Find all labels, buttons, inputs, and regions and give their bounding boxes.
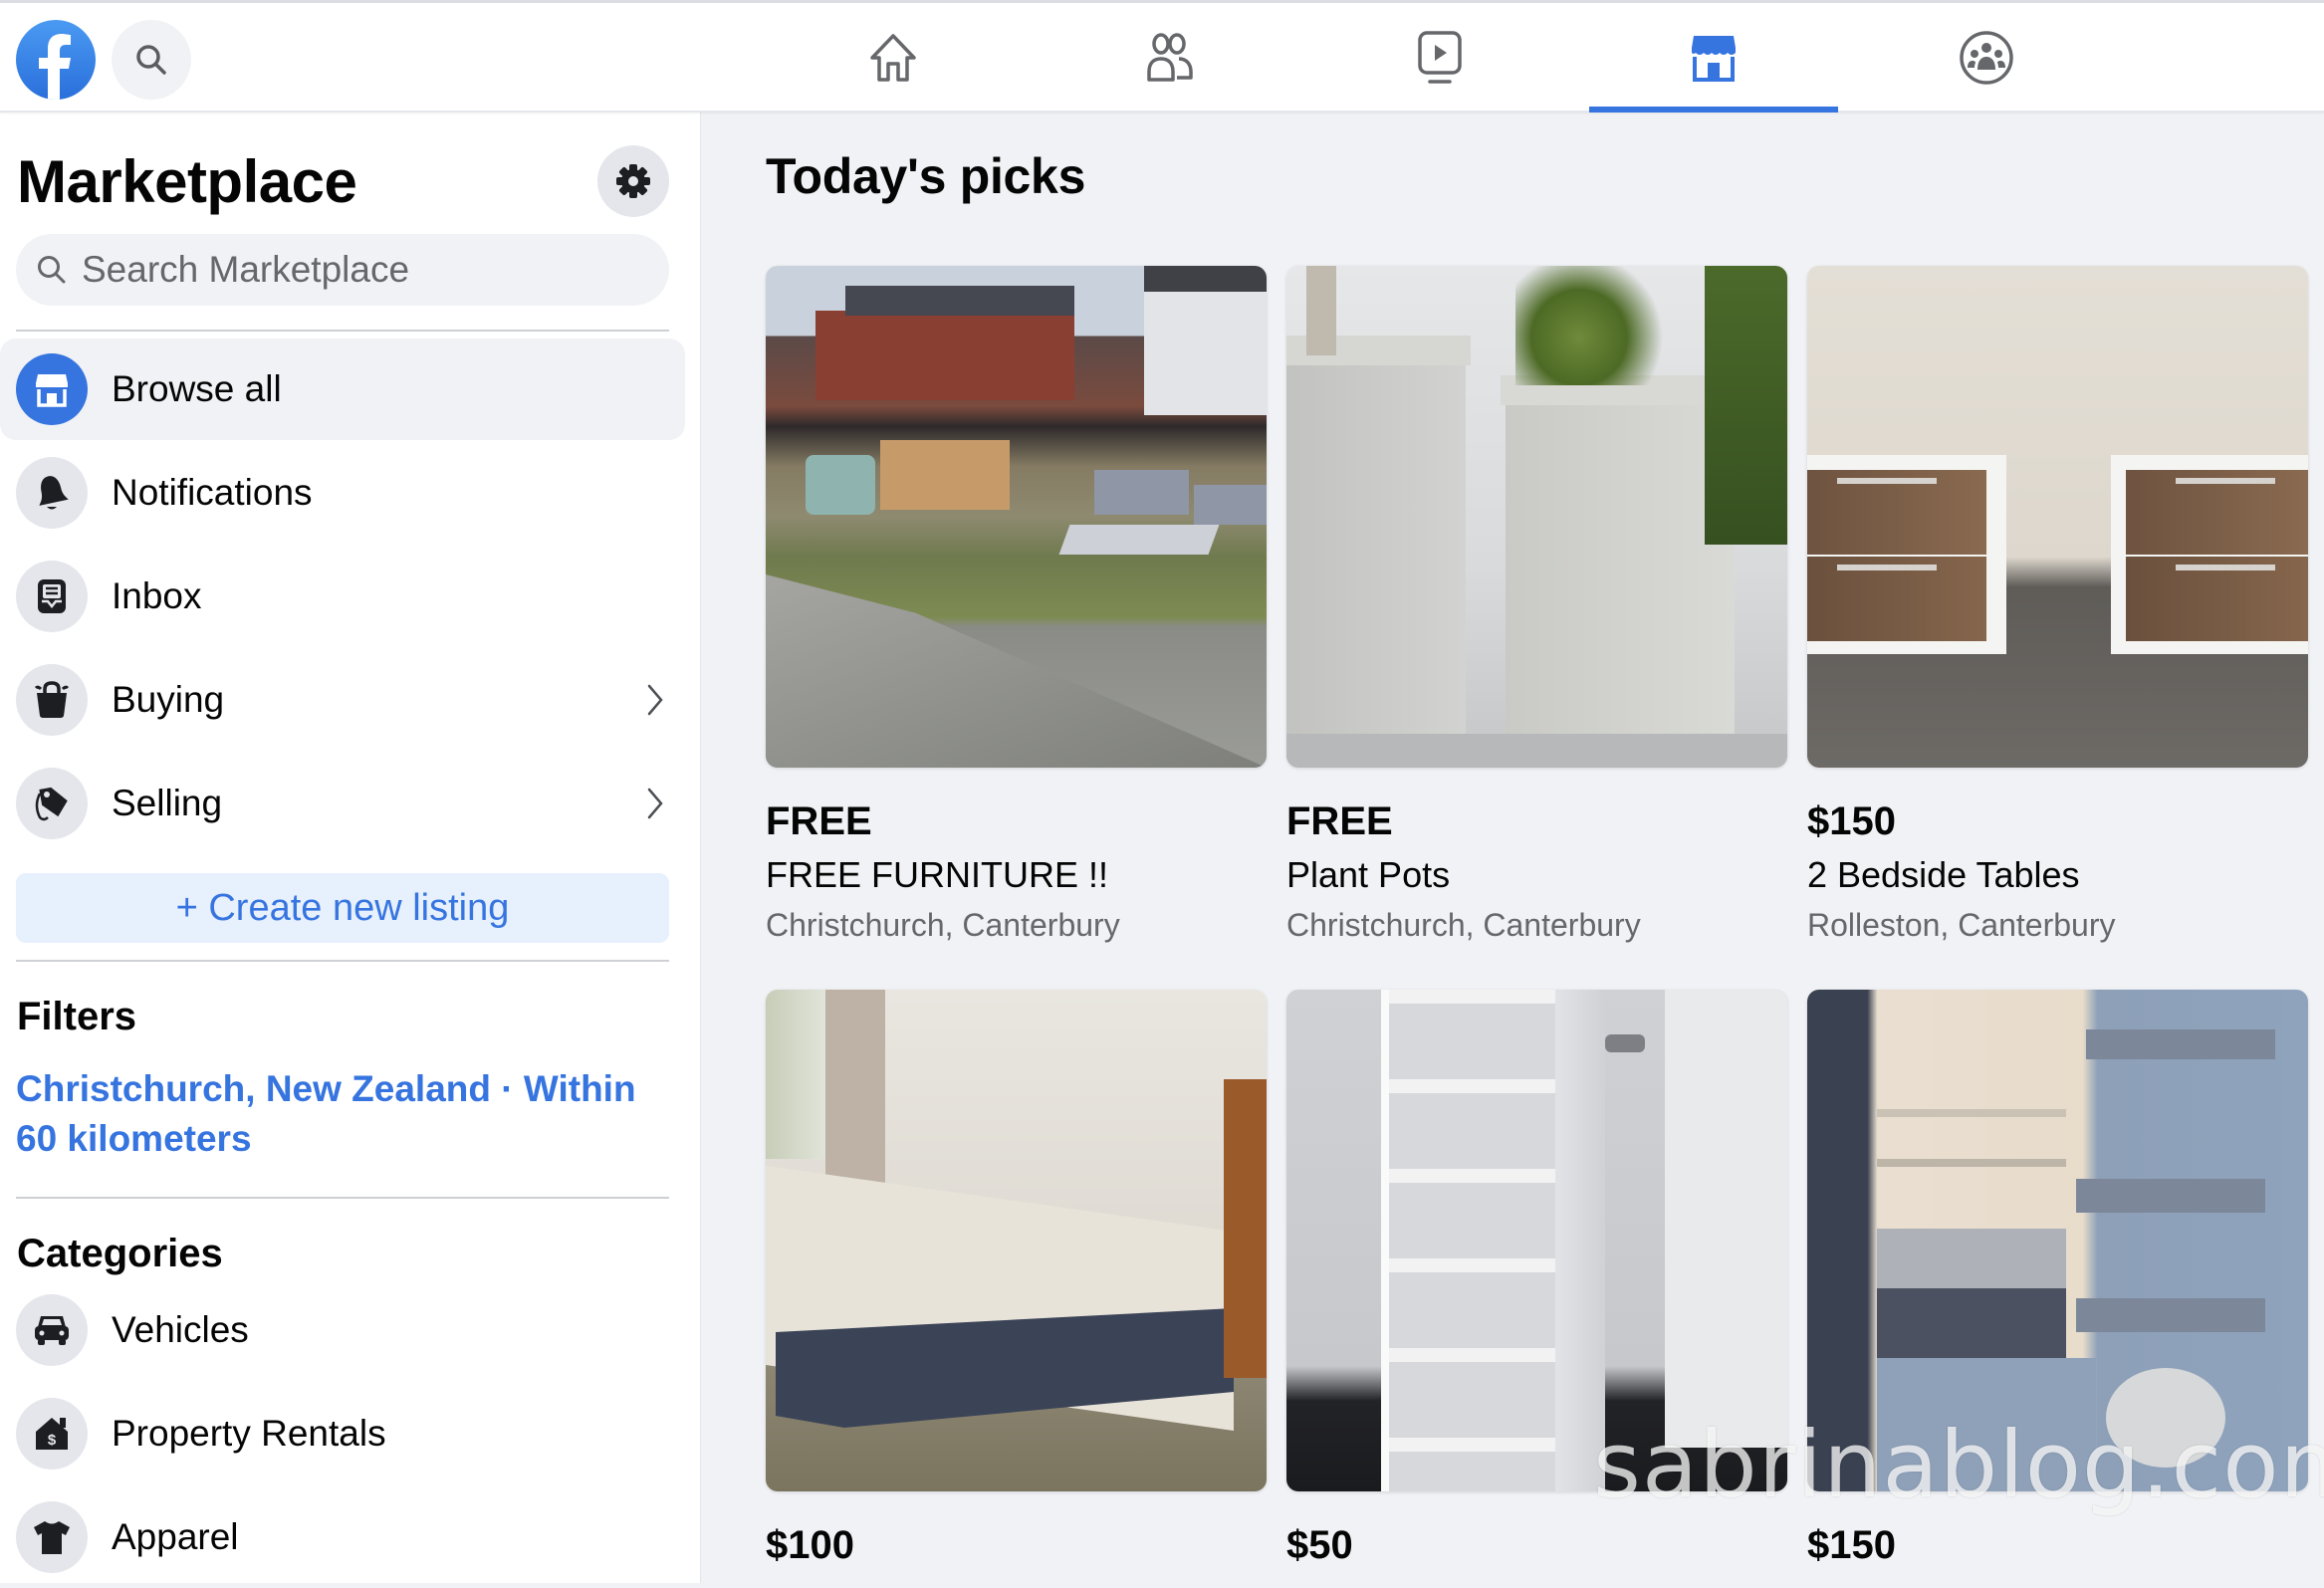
listing-photo: [1807, 990, 2308, 1491]
category-label: Vehicles: [112, 1309, 249, 1350]
listing-photo: [1807, 266, 2308, 768]
listing-price: $50: [1286, 1523, 1353, 1567]
storefront-icon: [36, 374, 68, 407]
facebook-f-icon: [39, 34, 71, 100]
nav-tab-marketplace[interactable]: [1589, 3, 1838, 113]
listing-photo: [1286, 266, 1787, 768]
sidebar-icon-circle: [16, 1501, 88, 1573]
nav-tab-friends[interactable]: [1043, 3, 1291, 113]
listing-price: $150: [1807, 1523, 1896, 1567]
groups-icon: [1960, 31, 2013, 85]
shopping-bag-icon: [34, 681, 70, 718]
marketplace-sidebar: Marketplace Search Marketplace Browse al…: [0, 113, 701, 1583]
category-label: Property Rentals: [112, 1413, 386, 1454]
listing-title: FREE FURNITURE !!: [766, 854, 1109, 895]
price-tag-icon: [35, 787, 68, 821]
listing-price: $150: [1807, 799, 1896, 843]
sidebar-item-notifications[interactable]: Notifications: [0, 442, 685, 544]
listing-card[interactable]: $150 2 Bedside Tables Rolleston, Canterb…: [1807, 266, 2308, 947]
sidebar-item-label: Buying: [112, 679, 225, 720]
sidebar-icon-circle: [16, 768, 88, 839]
sidebar-icon-circle: $: [16, 1398, 88, 1470]
sidebar-item-inbox[interactable]: Inbox: [0, 546, 685, 647]
friends-icon: [1147, 33, 1193, 82]
listing-card[interactable]: FREE FREE FURNITURE !! Christchurch, Can…: [766, 266, 1267, 947]
listing-card[interactable]: $150: [1807, 990, 2308, 1569]
nav-tab-watch[interactable]: [1315, 3, 1564, 113]
chevron-right-icon: [647, 684, 663, 716]
category-label: Apparel: [112, 1516, 239, 1557]
nav-tab-home[interactable]: [769, 3, 1018, 113]
filters-heading: Filters: [17, 995, 137, 1038]
category-item-apparel[interactable]: Apparel: [0, 1486, 685, 1588]
sidebar-item-buying[interactable]: Buying: [0, 649, 685, 751]
sidebar-icon-circle: [16, 664, 88, 736]
home-icon: [870, 34, 916, 82]
listing-card[interactable]: FREE Plant Pots Christchurch, Canterbury: [1286, 266, 1787, 947]
categories-heading: Categories: [17, 1232, 223, 1275]
listing-price: FREE: [1286, 799, 1393, 843]
divider: [16, 330, 669, 332]
listing-location: Christchurch, Canterbury: [766, 907, 1120, 943]
tshirt-icon: [34, 1521, 70, 1554]
chevron-right-icon: [647, 788, 663, 819]
svg-text:$: $: [48, 1432, 57, 1449]
listing-photo: [766, 266, 1267, 768]
sidebar-icon-circle: [16, 1294, 88, 1366]
inbox-icon: [38, 579, 66, 613]
search-icon: [136, 45, 166, 75]
bell-icon: [39, 476, 69, 510]
listing-price: FREE: [766, 799, 872, 843]
location-filter-link[interactable]: Christchurch, New Zealand · Within 60 ki…: [16, 1064, 653, 1164]
listing-title: 2 Bedside Tables: [1807, 854, 2080, 895]
top-navigation-bar: [0, 0, 2324, 113]
car-icon: [35, 1316, 69, 1345]
listing-photo: [766, 990, 1267, 1491]
sidebar-icon-circle: [16, 353, 88, 425]
divider: [16, 1197, 669, 1199]
marketplace-search-box[interactable]: [16, 234, 669, 306]
settings-button[interactable]: [597, 145, 669, 217]
header-search-button[interactable]: [112, 20, 191, 100]
gear-icon: [616, 164, 650, 198]
listing-photo: [1286, 990, 1787, 1491]
listing-title: Plant Pots: [1286, 854, 1451, 895]
listing-location: Rolleston, Canterbury: [1807, 907, 2116, 943]
sidebar-item-selling[interactable]: Selling: [0, 753, 685, 854]
active-tab-indicator: [1589, 107, 1838, 113]
search-icon: [38, 256, 66, 284]
divider: [16, 960, 669, 962]
nav-tab-groups[interactable]: [1862, 3, 2111, 113]
sidebar-icon-circle: [16, 561, 88, 632]
sidebar-item-label: Browse all: [112, 368, 282, 409]
listing-card[interactable]: $50: [1286, 990, 1787, 1569]
video-icon: [1418, 31, 1462, 84]
sidebar-item-label: Inbox: [112, 575, 202, 616]
sidebar-icon-circle: [16, 457, 88, 529]
listing-card[interactable]: $100: [766, 990, 1267, 1569]
facebook-logo[interactable]: [16, 20, 96, 100]
todays-picks-heading: Today's picks: [766, 148, 1086, 204]
sidebar-title: Marketplace: [17, 148, 357, 215]
marketplace-search-input[interactable]: [80, 248, 641, 292]
create-new-listing-button[interactable]: + Create new listing: [16, 873, 669, 943]
listing-location: Christchurch, Canterbury: [1286, 907, 1641, 943]
marketplace-icon: [1692, 36, 1736, 82]
house-dollar-icon: $: [36, 1418, 68, 1450]
category-item-property-rentals[interactable]: $ Property Rentals: [0, 1383, 685, 1484]
category-item-vehicles[interactable]: Vehicles: [0, 1279, 685, 1381]
sidebar-item-label: Selling: [112, 783, 223, 823]
sidebar-item-browse-all[interactable]: Browse all: [0, 339, 685, 440]
listing-price: $100: [766, 1523, 854, 1567]
sidebar-item-label: Notifications: [112, 472, 313, 513]
